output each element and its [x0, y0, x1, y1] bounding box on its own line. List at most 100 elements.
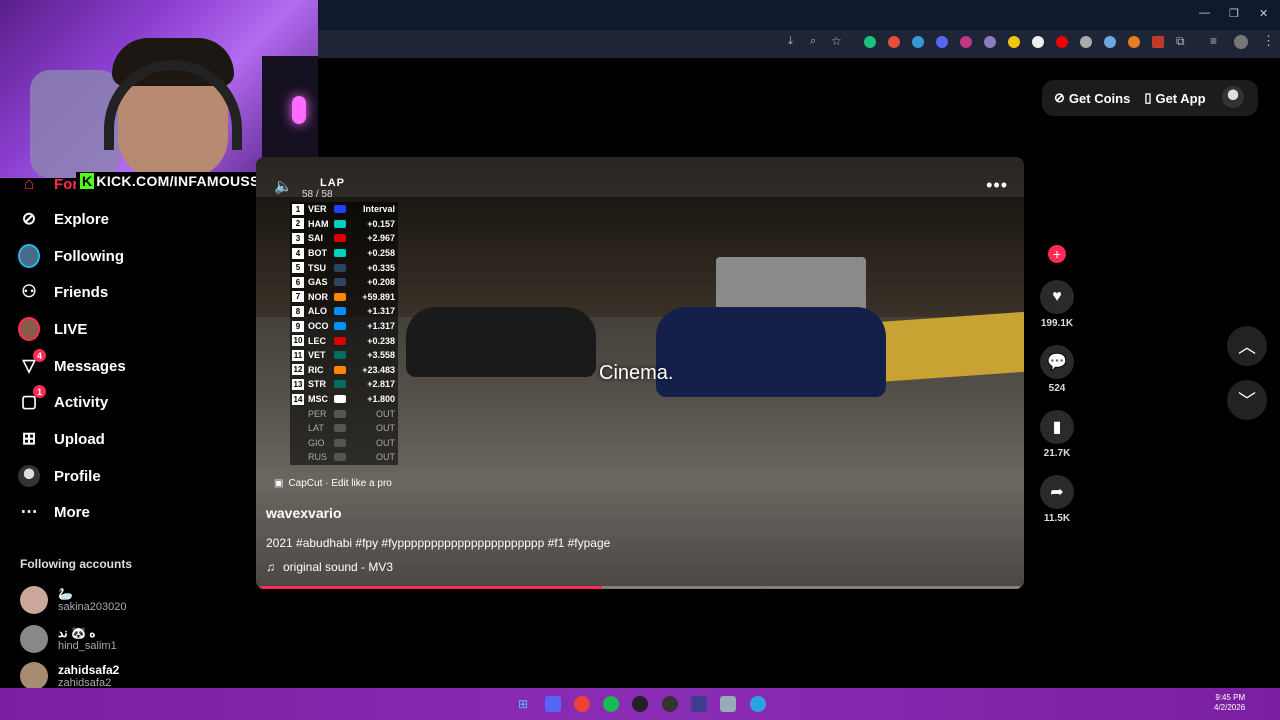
leaderboard-row: 6 GAS +0.208 — [290, 274, 398, 290]
progress-bar[interactable] — [260, 586, 1020, 589]
account-item[interactable]: ه 🐼 ند hind_salim1 — [20, 625, 117, 653]
like-action[interactable]: ♥ 199.1K — [1040, 280, 1074, 329]
get-coins-button[interactable]: ⊘ Get Coins — [1054, 90, 1130, 106]
sidebar-item-messages[interactable]: ▽ 4 Messages — [18, 349, 126, 381]
extension-icon[interactable] — [1080, 36, 1092, 48]
bookmark-icon[interactable]: ▮ — [1040, 410, 1074, 444]
puzzle-icon[interactable]: ⧉ — [1176, 34, 1185, 49]
position-number: 6 — [292, 276, 304, 288]
account-item[interactable]: zahidsafa2 zahidsafa2 — [20, 662, 119, 690]
share-action[interactable]: ➦ 11.5K — [1040, 475, 1074, 524]
next-video-button[interactable]: ﹀ — [1227, 380, 1267, 420]
discord-icon[interactable] — [545, 696, 561, 712]
follow-plus-button[interactable]: + — [1048, 245, 1066, 263]
team-logo-icon — [334, 424, 346, 433]
sidebar-item-following[interactable]: Following — [18, 241, 124, 271]
chrome-icon[interactable] — [574, 696, 590, 712]
gap-value: OUT — [376, 437, 395, 448]
lap-count: 58 / 58 — [302, 189, 333, 200]
comment-icon[interactable]: 💬 — [1040, 345, 1074, 379]
extension-icon[interactable] — [1104, 36, 1116, 48]
team-logo-icon — [334, 249, 346, 258]
leaderboard-row: 9 OCO +1.317 — [290, 318, 398, 334]
sidebar-item-for-you[interactable]: ⌂ For — [18, 169, 78, 199]
more-options-icon[interactable]: ••• — [986, 175, 1008, 196]
progress-fill — [260, 586, 602, 589]
get-app-label: Get App — [1155, 90, 1206, 106]
sidebar-item-explore[interactable]: ⊘ Explore — [18, 204, 109, 234]
sidebar-item-label: For — [54, 175, 79, 193]
extension-icon[interactable] — [1056, 36, 1068, 48]
leaderboard-row: 7 NOR +59.891 — [290, 289, 398, 305]
extension-icon[interactable] — [1032, 36, 1044, 48]
team-logo-icon — [334, 395, 346, 404]
leaderboard-row: 3 SAI +2.967 — [290, 231, 398, 246]
video-author[interactable]: wavexvario — [266, 505, 342, 521]
heart-icon[interactable]: ♥ — [1040, 280, 1074, 314]
obs-icon[interactable] — [632, 696, 648, 712]
position-number: 12 — [292, 364, 304, 376]
leaderboard-row-retired: GIO OUT — [290, 435, 398, 451]
sidebar-item-label: Messages — [54, 357, 126, 375]
team-logo-icon — [334, 219, 346, 228]
install-icon[interactable]: ⤓ — [788, 35, 793, 48]
extension-icon[interactable] — [1152, 36, 1164, 48]
maximize-button[interactable]: ❐ — [1229, 7, 1239, 20]
leaderboard-row: 11 VET +3.558 — [290, 347, 398, 363]
share-icon[interactable]: ➦ — [1040, 475, 1074, 509]
sidebar-item-activity[interactable]: ▢ 1 Activity — [18, 385, 108, 417]
position-number — [292, 437, 304, 448]
sidebar-item-upload[interactable]: ⊞ Upload — [18, 424, 105, 454]
windows-start-icon[interactable]: ⊞ — [515, 696, 531, 712]
bookmark-star-icon[interactable]: ☆ — [831, 34, 842, 48]
app-icon[interactable] — [691, 696, 707, 712]
spotify-icon[interactable] — [603, 696, 619, 712]
extension-icon[interactable] — [912, 36, 924, 48]
extension-icon[interactable] — [888, 36, 900, 48]
system-clock[interactable]: 9:45 PM 4/2/2026 — [1214, 693, 1245, 713]
comment-action[interactable]: 💬 524 — [1040, 345, 1074, 394]
chatgpt-icon[interactable] — [662, 696, 678, 712]
sidebar-item-profile[interactable]: Profile — [18, 461, 101, 491]
position-number: 9 — [292, 320, 304, 332]
video-sound[interactable]: ♫ original sound - MV3 — [266, 560, 393, 574]
video-player[interactable]: Cinema. 🔈 LAP 58 / 58 1 VER Interval 2 HAM +0… — [256, 157, 1024, 589]
sidebar-item-live[interactable]: LIVE — [18, 314, 87, 344]
extension-icon[interactable] — [936, 36, 948, 48]
save-action[interactable]: ▮ 21.7K — [1040, 410, 1074, 459]
kick-banner: K KICK.COM/INFAMOUSS — [76, 172, 264, 190]
app-icon[interactable] — [720, 696, 736, 712]
extension-icon[interactable] — [864, 36, 876, 48]
capcut-tag[interactable]: ▣ CapCut · Edit like a pro — [274, 478, 392, 489]
gap-value: +2.817 — [367, 379, 395, 390]
pirelli-banner — [876, 311, 1024, 383]
close-window-button[interactable]: ✕ — [1259, 7, 1268, 20]
zoom-icon[interactable]: ⌕ — [810, 35, 816, 48]
avatar — [20, 662, 48, 690]
sidebar-item-more[interactable]: ⋯ More — [18, 497, 90, 527]
tab-search-icon[interactable]: ≡ — [1210, 34, 1217, 48]
account-item[interactable]: 🦢 sakina203020 — [20, 586, 127, 614]
extension-icon[interactable] — [1008, 36, 1020, 48]
account-handle: hind_salim1 — [58, 640, 117, 652]
browser-profile-avatar[interactable] — [1234, 35, 1248, 49]
browser-menu-icon[interactable]: ⋮ — [1262, 33, 1275, 49]
sidebar-item-friends[interactable]: ⚇ Friends — [18, 277, 108, 307]
minimize-button[interactable]: — — [1199, 7, 1210, 19]
sidebar-item-label: Profile — [54, 467, 101, 485]
previous-video-button[interactable]: ︿ — [1227, 326, 1267, 366]
gap-value: +2.967 — [367, 233, 395, 244]
share-count: 11.5K — [1043, 513, 1071, 524]
clock-date: 4/2/2026 — [1214, 703, 1246, 712]
get-app-button[interactable]: ▯ Get App — [1144, 90, 1205, 106]
telegram-icon[interactable] — [750, 696, 766, 712]
position-number: 4 — [292, 247, 304, 259]
extension-icon[interactable] — [984, 36, 996, 48]
user-avatar[interactable] — [1222, 86, 1244, 108]
lap-label: LAP — [320, 177, 345, 189]
capcut-label: CapCut · Edit like a pro — [288, 478, 392, 489]
position-number: 7 — [292, 291, 304, 303]
extension-icon[interactable] — [960, 36, 972, 48]
webcam-overlay — [0, 0, 318, 178]
extension-icon[interactable] — [1128, 36, 1140, 48]
